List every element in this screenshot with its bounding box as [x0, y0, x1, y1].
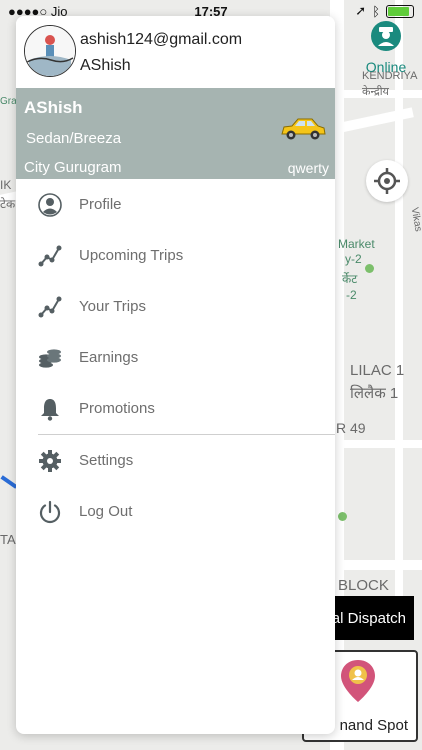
map-label: Vikas [408, 206, 422, 233]
map-label: BLOCK [338, 577, 389, 594]
map-poi-icon [365, 264, 374, 273]
map-poi-icon [338, 512, 347, 521]
vehicle-city: City Gurugram [24, 159, 122, 176]
user-email: ashish124@gmail.com [80, 31, 243, 48]
map-label: केन्द्रीय [362, 86, 389, 98]
gear-icon [39, 449, 61, 472]
map-label: टेक [0, 197, 16, 211]
menu-item-label: Earnings [79, 349, 139, 366]
menu-item-your-trips[interactable]: Your Trips [16, 281, 335, 332]
menu-item-label: Upcoming Trips [79, 247, 184, 264]
map-label: र्केट [342, 272, 358, 286]
bell-icon [41, 398, 59, 421]
menu-item-label: Settings [79, 452, 134, 469]
map-label: Gra [0, 96, 17, 107]
crosshair-icon [374, 168, 400, 194]
bluetooth-icon: ᛒ [372, 3, 380, 19]
vehicle-code: qwerty [287, 160, 329, 176]
online-label: Online [365, 59, 407, 75]
driver-icon [371, 21, 401, 51]
demand-spot-label: nand Spot [339, 717, 408, 734]
route-icon [38, 296, 62, 317]
menu-item-label: Your Trips [79, 298, 146, 315]
power-icon [39, 500, 61, 523]
map-label: TA [0, 532, 16, 547]
drawer-menu: Profile Upcoming Trips Your Trips Earnin… [16, 179, 335, 537]
vehicle-model: Sedan/Breeza [26, 130, 122, 147]
dispatch-button[interactable]: al Dispatch [330, 596, 414, 640]
map-label: R 49 [336, 420, 366, 436]
map-label: -2 [346, 288, 357, 302]
dispatch-label: al Dispatch [331, 609, 406, 627]
menu-item-label: Promotions [79, 400, 155, 417]
coins-icon [39, 348, 61, 368]
map-label: लिलैक 1 [350, 385, 399, 402]
car-icon [281, 118, 326, 140]
map-label: LILAC 1 [350, 362, 405, 379]
menu-item-label: Log Out [79, 503, 133, 520]
avatar-icon [25, 26, 75, 76]
menu-item-log-out[interactable]: Log Out [16, 486, 335, 537]
location-icon: ➚ [355, 3, 367, 18]
menu-item-upcoming-trips[interactable]: Upcoming Trips [16, 230, 335, 281]
menu-item-label: Profile [79, 196, 122, 213]
menu-item-profile[interactable]: Profile [16, 179, 335, 230]
vehicle-card: AShish Sedan/Breeza City Gurugram qwerty [16, 88, 335, 179]
map-label: y-2 [345, 252, 362, 266]
menu-item-settings[interactable]: Settings [16, 435, 335, 486]
my-location-button[interactable] [366, 160, 408, 202]
online-status[interactable]: Online [362, 20, 410, 75]
battery-icon [386, 4, 414, 18]
route-line [0, 475, 18, 489]
user-name: AShish [80, 57, 131, 74]
map-label: IK [0, 178, 12, 192]
person-icon [38, 192, 62, 217]
avatar[interactable] [24, 25, 76, 77]
menu-item-promotions[interactable]: Promotions [16, 383, 335, 434]
driver-name: AShish [24, 98, 83, 117]
side-drawer: ashish124@gmail.com AShish AShish Sedan/… [16, 16, 335, 734]
drawer-header: ashish124@gmail.com AShish [16, 16, 335, 88]
route-icon [38, 245, 62, 266]
menu-item-earnings[interactable]: Earnings [16, 332, 335, 383]
map-pin-icon [341, 660, 375, 702]
map-label: Market [338, 237, 375, 251]
